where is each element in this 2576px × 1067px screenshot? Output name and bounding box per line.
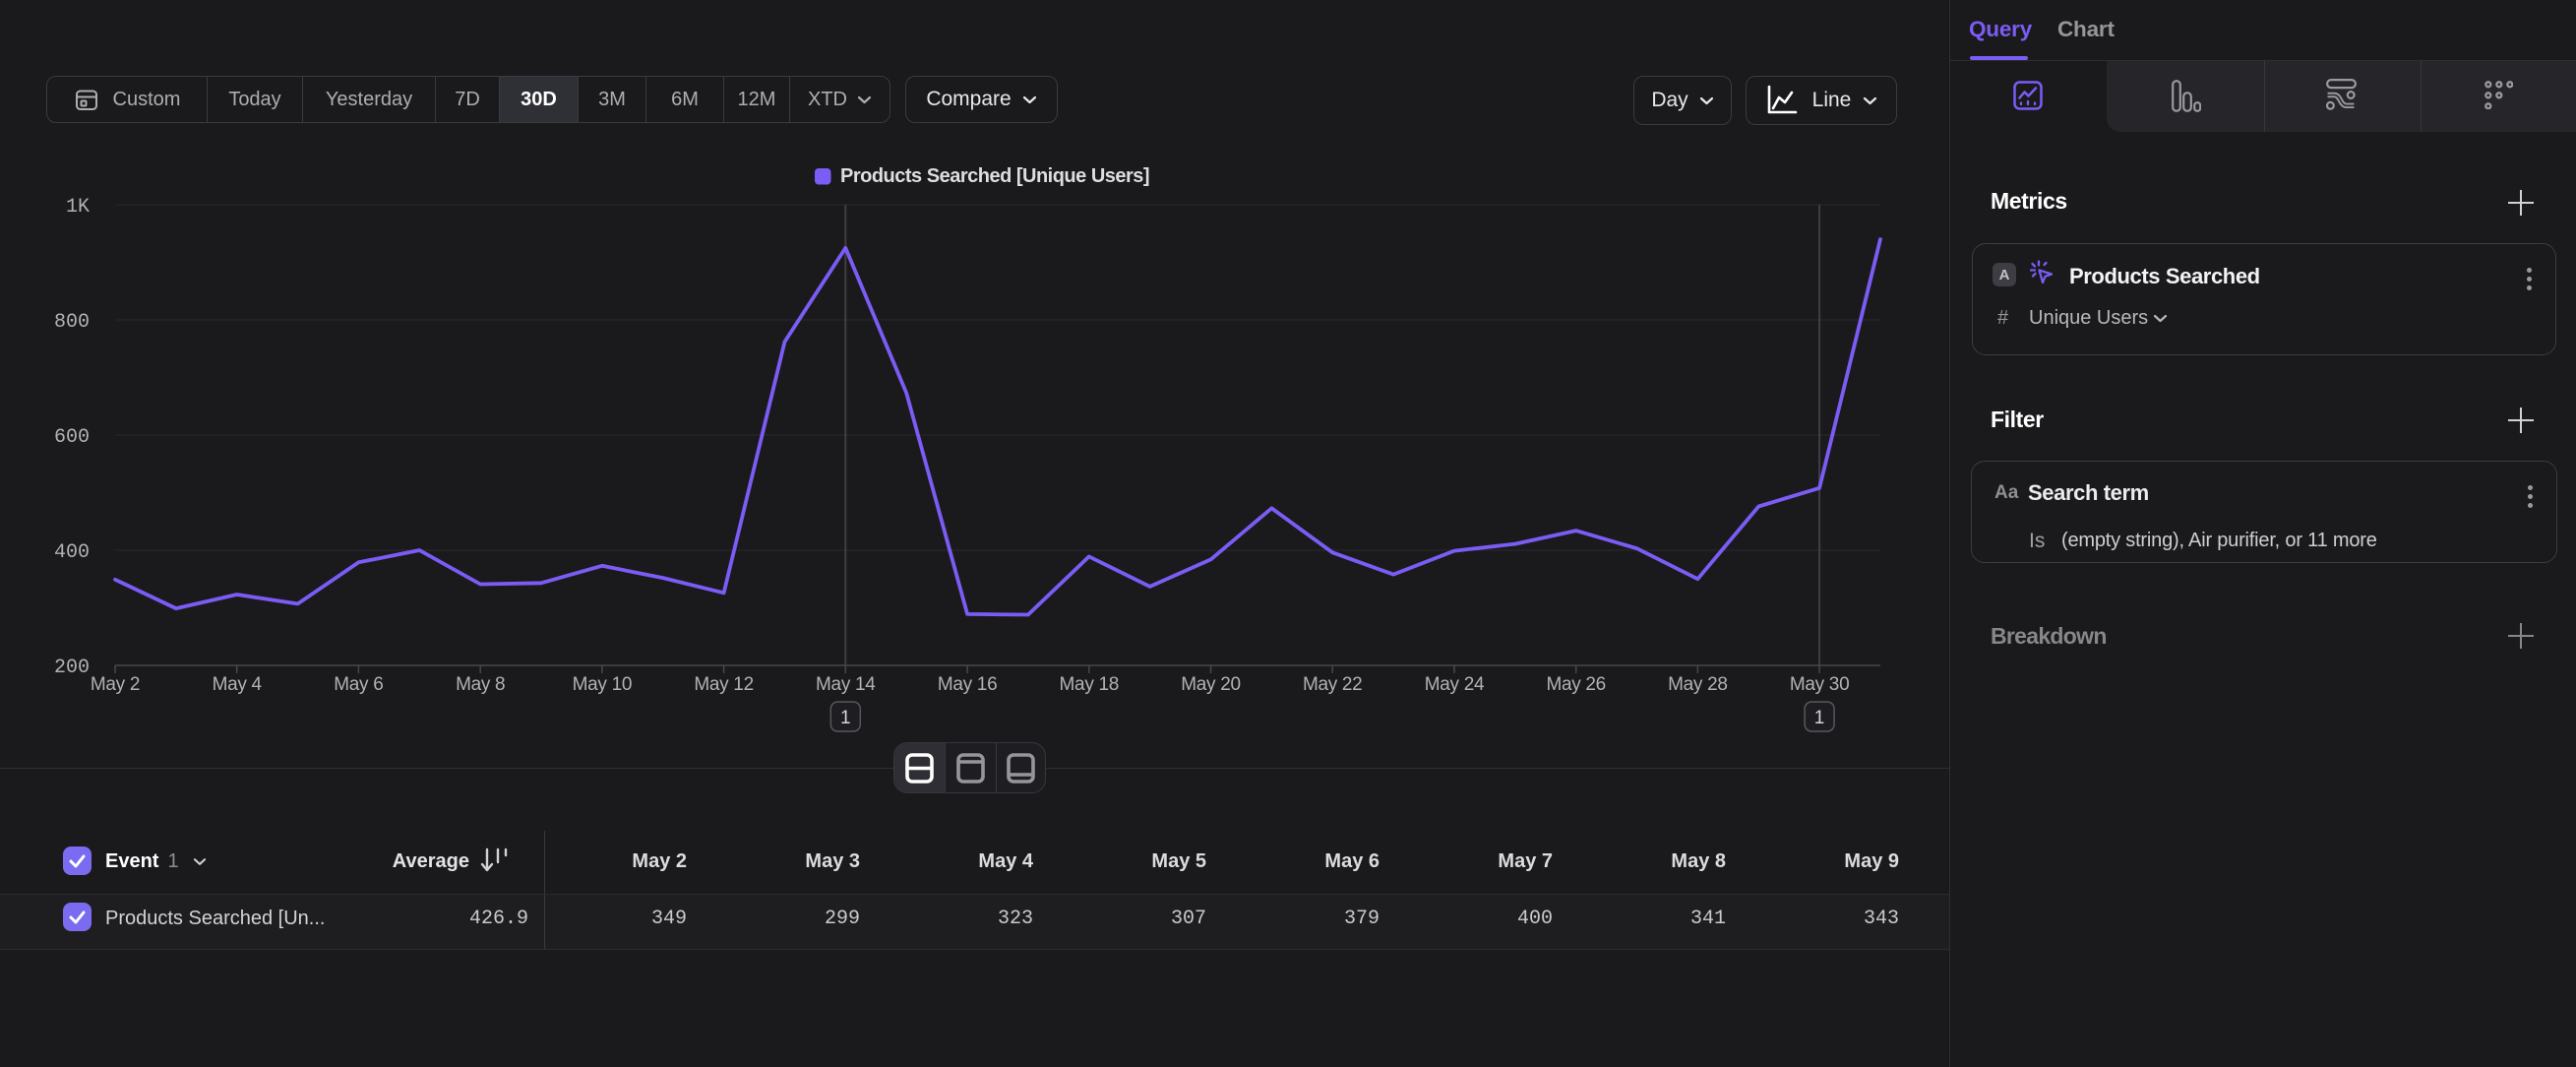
svg-text:May 30: May 30 <box>1790 674 1850 695</box>
svg-text:May 26: May 26 <box>1546 674 1606 695</box>
svg-text:May 2: May 2 <box>91 674 140 695</box>
svg-text:May 24: May 24 <box>1425 674 1485 695</box>
svg-text:May 16: May 16 <box>938 674 998 695</box>
svg-text:May 8: May 8 <box>456 674 505 695</box>
svg-text:400: 400 <box>54 541 90 564</box>
svg-text:1: 1 <box>840 708 851 728</box>
svg-text:800: 800 <box>54 311 90 334</box>
svg-text:Products Searched [Unique User: Products Searched [Unique Users] <box>840 165 1149 187</box>
svg-text:May 22: May 22 <box>1303 674 1363 695</box>
svg-text:May 28: May 28 <box>1668 674 1728 695</box>
svg-text:May 6: May 6 <box>334 674 383 695</box>
svg-text:May 20: May 20 <box>1181 674 1241 695</box>
svg-text:1K: 1K <box>66 196 90 219</box>
svg-text:May 10: May 10 <box>573 674 633 695</box>
svg-text:1: 1 <box>1814 708 1825 728</box>
svg-text:May 18: May 18 <box>1060 674 1120 695</box>
svg-text:May 14: May 14 <box>816 674 876 695</box>
svg-text:May 12: May 12 <box>694 674 754 695</box>
svg-text:May 4: May 4 <box>213 674 263 695</box>
svg-text:200: 200 <box>54 657 90 679</box>
svg-text:600: 600 <box>54 426 90 449</box>
